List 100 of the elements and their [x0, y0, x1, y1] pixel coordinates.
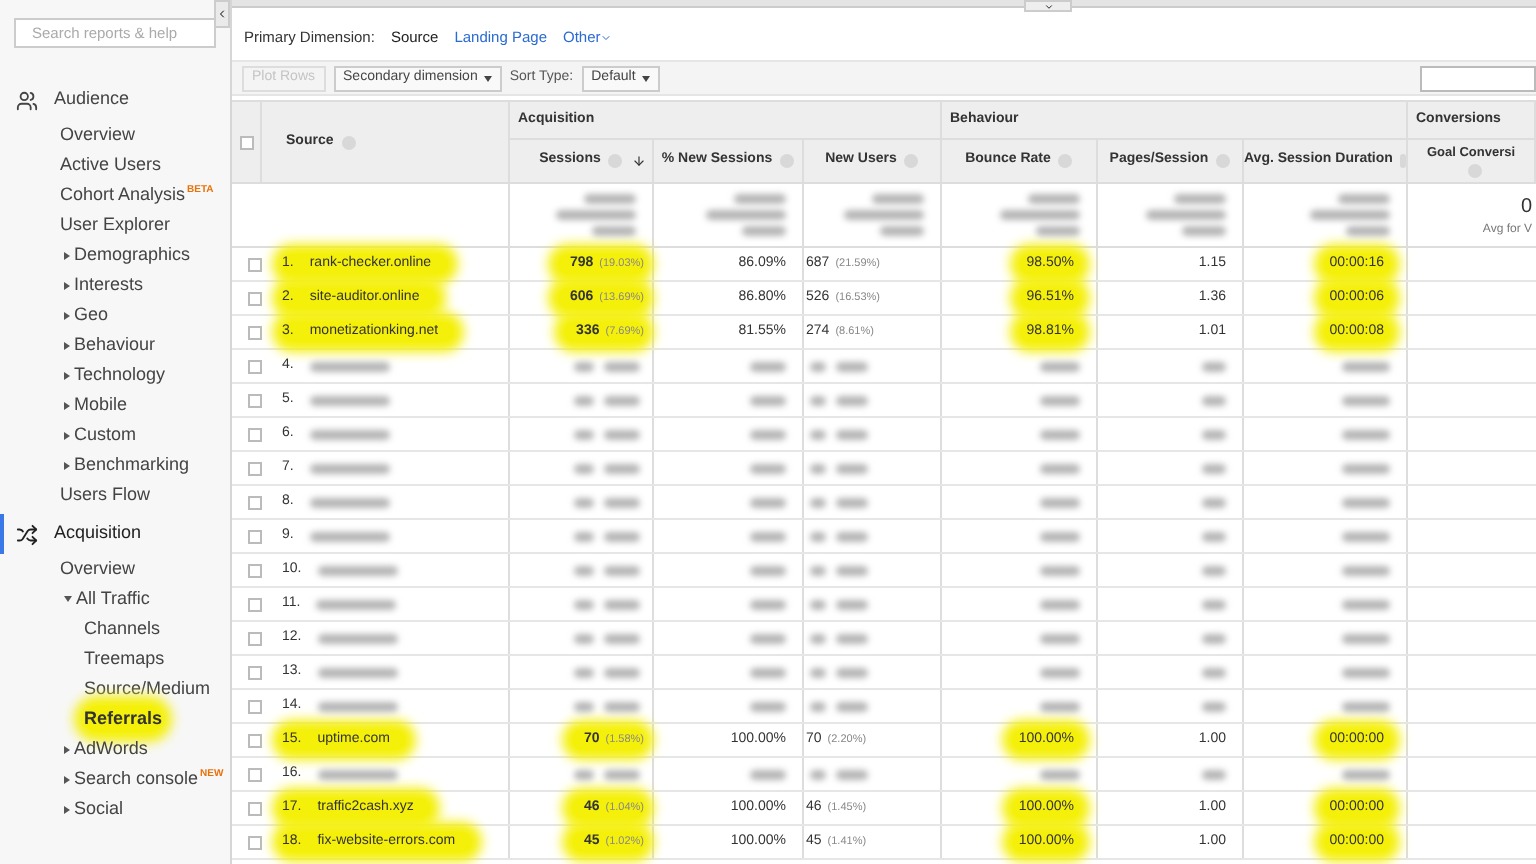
blurred-text — [1342, 701, 1390, 711]
sidebar-item[interactable]: Source/Medium — [84, 675, 211, 703]
blurred-text — [317, 701, 398, 711]
sidebar-item[interactable]: Demographics — [74, 241, 191, 269]
blurred-text — [750, 429, 786, 439]
sidebar-item[interactable]: Cohort Analysis — [60, 181, 186, 209]
blurred-text — [1202, 463, 1226, 473]
blurred-text — [1342, 463, 1390, 473]
blurred-text — [1040, 633, 1080, 643]
caret-icon — [641, 75, 650, 81]
row-checkbox[interactable] — [248, 563, 262, 577]
sidebar-item[interactable]: Search console — [74, 765, 199, 793]
blurred-text — [1202, 599, 1226, 609]
blurred-text — [1182, 226, 1226, 236]
sidebar-item[interactable]: User Explorer — [60, 211, 171, 239]
row-checkbox[interactable] — [248, 631, 262, 645]
row-checkbox[interactable] — [248, 393, 262, 407]
blurred-text — [1146, 210, 1226, 220]
row-checkbox[interactable] — [248, 529, 262, 543]
blurred-text — [1202, 361, 1226, 371]
blurred-text — [750, 769, 786, 779]
sidebar-item[interactable]: Geo — [74, 301, 109, 329]
blurred-text — [604, 701, 640, 711]
sidebar-item[interactable]: Overview — [60, 555, 136, 583]
blurred-text — [810, 361, 826, 371]
blurred-text — [574, 701, 594, 711]
blurred-text — [872, 194, 924, 204]
blurred-text — [604, 667, 640, 677]
row-checkbox[interactable] — [248, 359, 262, 373]
blurred-text — [604, 599, 640, 609]
sidebar-item[interactable]: Benchmarking — [74, 451, 190, 479]
row-checkbox[interactable] — [248, 461, 262, 475]
row-checkbox[interactable] — [248, 767, 262, 781]
section-header[interactable]: Audience — [54, 86, 130, 114]
sidebar-item[interactable]: Social — [74, 795, 124, 823]
blurred-text — [1202, 667, 1226, 677]
row-checkbox[interactable] — [248, 257, 262, 271]
blurred-text — [810, 565, 826, 575]
sidebar-item[interactable]: Mobile — [74, 391, 128, 419]
blurred-text — [574, 497, 594, 507]
blurred-text — [1342, 565, 1390, 575]
blurred-text — [317, 633, 398, 643]
row-checkbox[interactable] — [248, 597, 262, 611]
blurred-text — [1040, 701, 1080, 711]
blurred-text — [574, 565, 594, 575]
row-checkbox[interactable] — [248, 835, 262, 849]
sidebar-item[interactable]: Behaviour — [74, 331, 156, 359]
blurred-text — [836, 497, 868, 507]
blurred-text — [750, 599, 786, 609]
row-checkbox[interactable] — [248, 699, 262, 713]
sidebar-item[interactable]: Overview — [60, 121, 136, 149]
blurred-text — [836, 599, 868, 609]
blurred-text — [309, 361, 390, 371]
caret-icon — [600, 32, 613, 44]
row-checkbox[interactable] — [248, 291, 262, 305]
caret-icon — [483, 75, 492, 81]
blurred-text — [1040, 769, 1080, 779]
section-header[interactable]: Acquisition — [54, 520, 142, 548]
collapse-button[interactable] — [214, 0, 230, 28]
blurred-text — [1202, 531, 1226, 541]
blurred-text — [1040, 565, 1080, 575]
sidebar-item[interactable]: Technology — [74, 361, 166, 389]
blurred-text — [1040, 463, 1080, 473]
sidebar-item[interactable]: Active Users — [60, 151, 162, 179]
blurred-text — [810, 395, 826, 405]
blurred-text — [750, 633, 786, 643]
blurred-text — [317, 667, 398, 677]
table-search-field[interactable] — [1420, 65, 1536, 91]
sidebar-item[interactable]: Treemaps — [84, 645, 165, 673]
blurred-text — [836, 429, 868, 439]
sidebar-item[interactable]: AdWords — [74, 735, 148, 763]
blurred-text — [836, 463, 868, 473]
row-checkbox[interactable] — [248, 325, 262, 339]
blurred-text — [810, 463, 826, 473]
blurred-text — [750, 701, 786, 711]
sidebar-item[interactable]: All Traffic — [76, 585, 150, 613]
blurred-text — [604, 531, 640, 541]
blurred-text — [1202, 633, 1226, 643]
blurred-text — [750, 531, 786, 541]
sidebar-item[interactable]: Users Flow — [60, 481, 151, 509]
sidebar-item[interactable]: Interests — [74, 271, 144, 299]
row-checkbox[interactable] — [248, 495, 262, 509]
row-checkbox[interactable] — [248, 665, 262, 679]
row-checkbox[interactable] — [248, 801, 262, 815]
select-all-checkbox[interactable] — [239, 135, 253, 149]
blurred-text — [742, 226, 786, 236]
active-indicator — [0, 514, 4, 554]
sidebar-item[interactable]: Channels — [84, 615, 161, 643]
sidebar-item[interactable]: Custom — [74, 421, 137, 449]
blurred-text — [836, 565, 868, 575]
blurred-text — [604, 565, 640, 575]
sidebar-item[interactable]: Referrals — [84, 705, 163, 733]
blurred-text — [880, 226, 924, 236]
row-checkbox[interactable] — [248, 733, 262, 747]
blurred-text — [836, 531, 868, 541]
blurred-text — [1342, 667, 1390, 677]
row-checkbox[interactable] — [248, 427, 262, 441]
collapse-tab[interactable] — [1024, 0, 1072, 12]
arrows-icon — [16, 523, 38, 545]
blurred-text — [750, 565, 786, 575]
